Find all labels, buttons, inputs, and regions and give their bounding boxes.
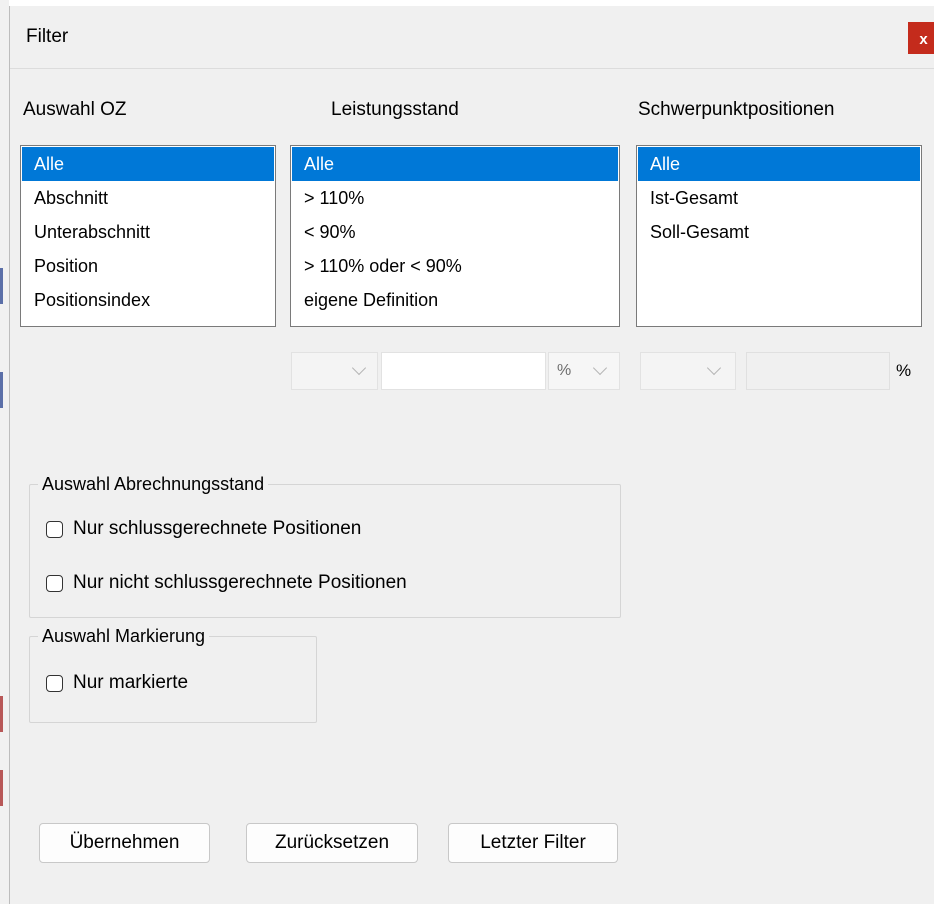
checkbox[interactable] xyxy=(46,674,63,692)
close-icon: x xyxy=(919,30,928,48)
checkbox[interactable] xyxy=(46,520,63,538)
schwerpunkt-unit-label: % xyxy=(896,361,912,380)
schwerpunkt-operator-combo[interactable] xyxy=(640,352,736,390)
list-item[interactable]: Ist-Gesamt xyxy=(638,181,920,215)
chevron-down-icon xyxy=(592,360,608,376)
leistungsstand-listbox[interactable]: Alle > 110% < 90% > 110% oder < 90% eige… xyxy=(290,145,620,327)
reset-button[interactable]: Zurücksetzen xyxy=(246,823,418,863)
checkbox-nur-markierte[interactable]: Nur markierte xyxy=(46,672,188,694)
chevron-down-icon xyxy=(351,360,367,376)
title-bar: Filter x xyxy=(10,6,934,69)
checkbox[interactable] xyxy=(46,574,63,592)
leistungsstand-unit-combo[interactable]: % xyxy=(548,352,620,390)
leistungsstand-value-input[interactable] xyxy=(381,352,546,390)
dialog-content: Auswahl OZ Leistungsstand Schwerpunktpos… xyxy=(10,69,934,904)
close-button[interactable]: x xyxy=(908,22,934,54)
auswahl-oz-listbox[interactable]: Alle Abschnitt Unterabschnitt Position P… xyxy=(20,145,276,327)
background-marker xyxy=(0,770,3,806)
background-window-edge xyxy=(0,0,9,904)
background-marker xyxy=(0,372,3,408)
list-item[interactable]: > 110% xyxy=(292,181,618,215)
dialog-title: Filter xyxy=(26,26,69,47)
checkbox-schlussgerechnet[interactable]: Nur schlussgerechnete Positionen xyxy=(46,518,361,540)
leistungsstand-label: Leistungsstand xyxy=(331,99,459,120)
list-item[interactable]: Alle xyxy=(638,147,920,181)
markierung-legend: Auswahl Markierung xyxy=(42,626,206,646)
filter-dialog: Filter x Auswahl OZ Leistungsstand Schwe… xyxy=(9,6,934,904)
apply-button[interactable]: Übernehmen xyxy=(39,823,210,863)
abrechnungsstand-legend: Auswahl Abrechnungsstand xyxy=(42,474,265,494)
unit-label: % xyxy=(557,362,572,379)
list-item[interactable]: < 90% xyxy=(292,215,618,249)
list-item[interactable]: Position xyxy=(22,249,274,283)
schwerpunkt-value-input[interactable] xyxy=(746,352,890,390)
chevron-down-icon xyxy=(706,360,722,376)
checkbox-label: Nur nicht schlussgerechnete Positionen xyxy=(73,572,407,593)
list-item[interactable]: Positionsindex xyxy=(22,283,274,317)
background-marker xyxy=(0,696,3,732)
list-item[interactable]: Alle xyxy=(292,147,618,181)
background-marker xyxy=(0,268,3,304)
schwerpunktpositionen-label: Schwerpunktpositionen xyxy=(638,99,835,120)
list-item[interactable]: Abschnitt xyxy=(22,181,274,215)
checkbox-label: Nur schlussgerechnete Positionen xyxy=(73,518,362,539)
checkbox-nicht-schlussgerechnet[interactable]: Nur nicht schlussgerechnete Positionen xyxy=(46,572,407,594)
auswahl-oz-label: Auswahl OZ xyxy=(23,99,127,120)
checkbox-label: Nur markierte xyxy=(73,672,189,693)
abrechnungsstand-group: Auswahl Abrechnungsstand xyxy=(29,474,621,618)
leistungsstand-operator-combo[interactable] xyxy=(291,352,378,390)
list-item[interactable]: Soll-Gesamt xyxy=(638,215,920,249)
list-item[interactable]: > 110% oder < 90% xyxy=(292,249,618,283)
list-item[interactable]: Unterabschnitt xyxy=(22,215,274,249)
schwerpunktpositionen-listbox[interactable]: Alle Ist-Gesamt Soll-Gesamt xyxy=(636,145,922,327)
list-item[interactable]: Alle xyxy=(22,147,274,181)
list-item[interactable]: eigene Definition xyxy=(292,283,618,317)
last-filter-button[interactable]: Letzter Filter xyxy=(448,823,618,863)
